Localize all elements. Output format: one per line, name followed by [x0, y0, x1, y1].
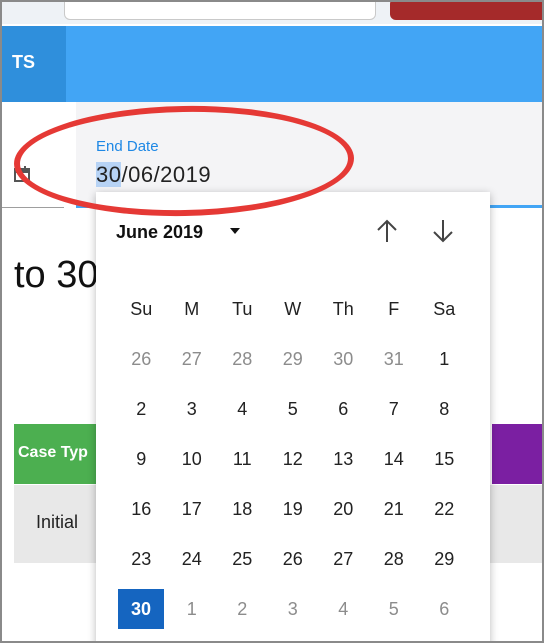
calendar-week: 9 10 11 12 13 14 15 [116, 434, 470, 484]
calendar-day[interactable]: 31 [369, 340, 420, 378]
weekday-label: W [284, 298, 302, 319]
weekday-label: Sa [433, 298, 456, 319]
calendar-day[interactable]: 21 [369, 490, 420, 528]
calendar-icon[interactable] [14, 166, 30, 182]
end-date-label: End Date [96, 138, 159, 155]
calendar-day[interactable]: 12 [268, 440, 319, 478]
calendar-day[interactable]: 25 [217, 540, 268, 578]
purple-column-header [492, 424, 542, 484]
end-date-input[interactable]: 30/06/2019 [96, 162, 211, 188]
calendar-day[interactable]: 27 [167, 340, 218, 378]
calendar-day[interactable]: 3 [167, 390, 218, 428]
calendar-day[interactable]: 4 [217, 390, 268, 428]
weekday-label: Tu [232, 298, 253, 319]
calendar-week: 16 17 18 19 20 21 22 [116, 484, 470, 534]
calendar-day[interactable]: 1 [167, 590, 218, 628]
calendar-popup: June 2019 Su M Tu W Th F Sa 26 27 28 29 30 31 1 2 3 4 5 6… [96, 192, 490, 641]
month-selector[interactable]: June 2019 [116, 222, 203, 243]
end-date-rest: /06/2019 [121, 162, 212, 187]
month-dropdown-icon[interactable] [230, 228, 240, 234]
calendar-day[interactable]: 28 [369, 540, 420, 578]
calendar-day[interactable]: 22 [419, 490, 470, 528]
calendar-day[interactable]: 7 [369, 390, 420, 428]
end-date-selected-segment: 30 [96, 162, 122, 187]
calendar-week: 23 24 25 26 27 28 29 [116, 534, 470, 584]
table-row-label: Initial [36, 512, 79, 532]
calendar-day[interactable]: 6 [318, 390, 369, 428]
weekday-label: Su [130, 298, 153, 319]
calendar-week: 30 1 2 3 4 5 6 [116, 584, 470, 634]
calendar-day[interactable]: 30 [318, 340, 369, 378]
calendar-day[interactable]: 2 [116, 390, 167, 428]
header-bar [2, 26, 542, 102]
arrow-down-icon[interactable] [428, 216, 458, 246]
calendar-day[interactable]: 17 [167, 490, 218, 528]
app-frame: TS End Date 30/06/2019 to 30 Case Typ In… [0, 0, 544, 643]
header-tab-label: TS [12, 52, 36, 72]
calendar-week: 2345678 [116, 384, 470, 434]
calendar-day[interactable]: 28 [217, 340, 268, 378]
calendar-day[interactable]: 26 [268, 540, 319, 578]
calendar-week: 26 27 28 29 30 31 1 [116, 334, 470, 384]
calendar-day[interactable]: 24 [167, 540, 218, 578]
calendar-day[interactable]: 2 [217, 590, 268, 628]
calendar-day[interactable]: 29 [419, 540, 470, 578]
calendar-day[interactable]: 8 [419, 390, 470, 428]
calendar-day[interactable]: 14 [369, 440, 420, 478]
calendar-day[interactable]: 5 [369, 590, 420, 628]
calendar-day[interactable]: 27 [318, 540, 369, 578]
calendar-day[interactable]: 23 [116, 540, 167, 578]
calendar-day[interactable]: 1 [419, 340, 470, 378]
calendar-weeks: 26 27 28 29 30 31 1 2 3 4 5 6 7 8 9 10 11 12 13 14 15 16 17 18 1… [116, 334, 470, 634]
calendar-day[interactable]: 9 [116, 440, 167, 478]
top-input-field[interactable] [64, 2, 376, 20]
calendar-day[interactable]: 6 [419, 590, 470, 628]
weekday-row: Su M Tu W Th F Sa [116, 284, 470, 334]
calendar-day[interactable]: 4 [318, 590, 369, 628]
calendar-day[interactable]: 15 [419, 440, 470, 478]
calendar-grid: Su M Tu W Th F Sa 26 27 28 29 30 31 1 2 3 4 5 6 7 8 9 10 11 12 1… [116, 284, 470, 634]
case-type-header-label: Case Typ [18, 444, 88, 461]
calendar-day[interactable]: 16 [116, 490, 167, 528]
calendar-day[interactable]: 18 [217, 490, 268, 528]
calendar-day[interactable]: 3 [268, 590, 319, 628]
calendar-day-selected[interactable]: 30 [118, 589, 164, 629]
arrow-up-icon[interactable] [372, 216, 402, 246]
calendar-day[interactable]: 20 [318, 490, 369, 528]
weekday-label: Th [332, 298, 354, 319]
start-date-field-edge[interactable] [2, 102, 64, 208]
calendar-day[interactable]: 11 [217, 440, 268, 478]
date-range-text: to 30 [14, 254, 99, 296]
calendar-day[interactable]: 26 [116, 340, 167, 378]
weekday-label: M [184, 298, 200, 319]
calendar-day[interactable]: 10 [167, 440, 218, 478]
calendar-day[interactable]: 13 [318, 440, 369, 478]
calendar-day[interactable]: 29 [268, 340, 319, 378]
calendar-day[interactable]: 19 [268, 490, 319, 528]
weekday-label: F [388, 298, 400, 319]
calendar-day[interactable]: 5 [268, 390, 319, 428]
top-action-button[interactable] [390, 2, 542, 20]
